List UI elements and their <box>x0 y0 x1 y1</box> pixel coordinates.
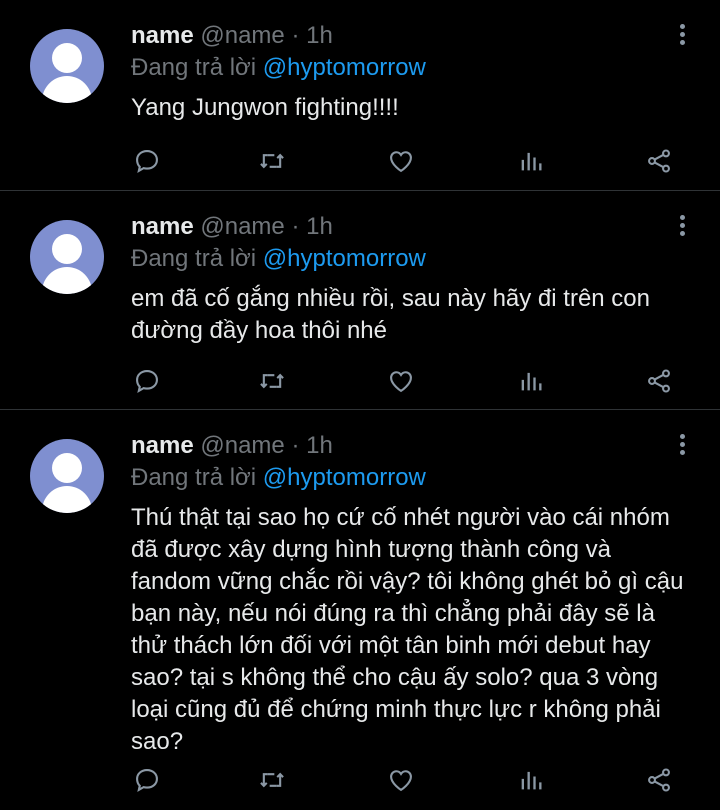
reply-button[interactable] <box>131 764 163 796</box>
share-icon <box>648 149 670 173</box>
share-icon <box>648 369 670 393</box>
stats-button[interactable] <box>515 764 547 796</box>
reply-prefix: Đang trả lời <box>131 245 257 272</box>
reply-prefix: Đang trả lời <box>131 464 257 491</box>
tweet-content: name @name · 1h Đang trả lời @hyptomorro… <box>131 20 696 124</box>
like-icon <box>390 371 412 393</box>
share-icon <box>648 768 670 792</box>
avatar-head <box>52 43 82 73</box>
like-icon <box>390 151 412 173</box>
like-button[interactable] <box>385 365 417 397</box>
display-name[interactable]: name <box>131 22 194 49</box>
tweet-text: Thú thật tại sao họ cứ cố nhét người vào… <box>131 504 684 755</box>
reply-mention-link[interactable]: @hyptomorrow <box>263 245 426 272</box>
retweet-button[interactable] <box>256 764 288 796</box>
timestamp[interactable]: 1h <box>306 213 333 240</box>
avatar-head <box>52 234 82 264</box>
avatar[interactable] <box>30 439 104 513</box>
reply-icon <box>136 150 158 174</box>
stats-icon <box>521 152 542 171</box>
user-handle[interactable]: @name <box>200 213 284 240</box>
reply-mention-link[interactable]: @hyptomorrow <box>263 464 426 491</box>
tweet[interactable]: name @name · 1h Đang trả lời @hyptomorro… <box>0 191 720 410</box>
stats-icon <box>521 372 542 391</box>
like-button[interactable] <box>385 764 417 796</box>
retweet-button[interactable] <box>256 145 288 177</box>
reply-context: Đang trả lời @hyptomorrow <box>131 52 696 84</box>
reply-prefix: Đang trả lời <box>131 54 257 81</box>
reply-context: Đang trả lời @hyptomorrow <box>131 462 696 494</box>
retweet-icon <box>260 153 284 169</box>
tweet-text: Yang Jungwon fighting!!!! <box>131 94 399 121</box>
avatar[interactable] <box>30 220 104 294</box>
reply-button[interactable] <box>131 145 163 177</box>
tweet-text: em đã cố gắng nhiều rồi, sau này hãy đi … <box>131 285 650 344</box>
tweet-content: name @name · 1h Đang trả lời @hyptomorro… <box>131 430 696 758</box>
stats-button[interactable] <box>515 365 547 397</box>
avatar-shoulders <box>42 267 92 294</box>
avatar[interactable] <box>30 29 104 103</box>
share-button[interactable] <box>643 764 675 796</box>
reply-mention-link[interactable]: @hyptomorrow <box>263 54 426 81</box>
like-button[interactable] <box>385 145 417 177</box>
retweet-icon <box>260 373 284 389</box>
retweet-icon <box>260 772 284 788</box>
tweet[interactable]: name @name · 1h Đang trả lời @hyptomorro… <box>0 410 720 810</box>
like-icon <box>390 770 412 792</box>
display-name[interactable]: name <box>131 432 194 459</box>
reply-context: Đang trả lời @hyptomorrow <box>131 243 696 275</box>
separator: · <box>291 432 300 459</box>
action-bar <box>131 145 680 177</box>
reply-icon <box>136 769 158 793</box>
timestamp[interactable]: 1h <box>306 22 333 49</box>
separator: · <box>291 213 300 240</box>
tweet-content: name @name · 1h Đang trả lời @hyptomorro… <box>131 211 696 347</box>
tweet-header: name @name · 1h <box>131 20 696 52</box>
tweet-header: name @name · 1h <box>131 211 696 243</box>
action-bar <box>131 764 680 796</box>
tweet[interactable]: name @name · 1h Đang trả lời @hyptomorro… <box>0 0 720 191</box>
user-handle[interactable]: @name <box>200 22 284 49</box>
display-name[interactable]: name <box>131 213 194 240</box>
user-handle[interactable]: @name <box>200 432 284 459</box>
separator: · <box>291 22 300 49</box>
tweet-header: name @name · 1h <box>131 430 696 462</box>
timestamp[interactable]: 1h <box>306 432 333 459</box>
stats-button[interactable] <box>515 145 547 177</box>
retweet-button[interactable] <box>256 365 288 397</box>
share-button[interactable] <box>643 365 675 397</box>
reply-button[interactable] <box>131 365 163 397</box>
action-bar <box>131 365 680 397</box>
avatar-head <box>52 453 82 483</box>
avatar-shoulders <box>42 76 92 103</box>
reply-icon <box>136 370 158 394</box>
avatar-shoulders <box>42 486 92 513</box>
stats-icon <box>521 771 542 790</box>
share-button[interactable] <box>643 145 675 177</box>
